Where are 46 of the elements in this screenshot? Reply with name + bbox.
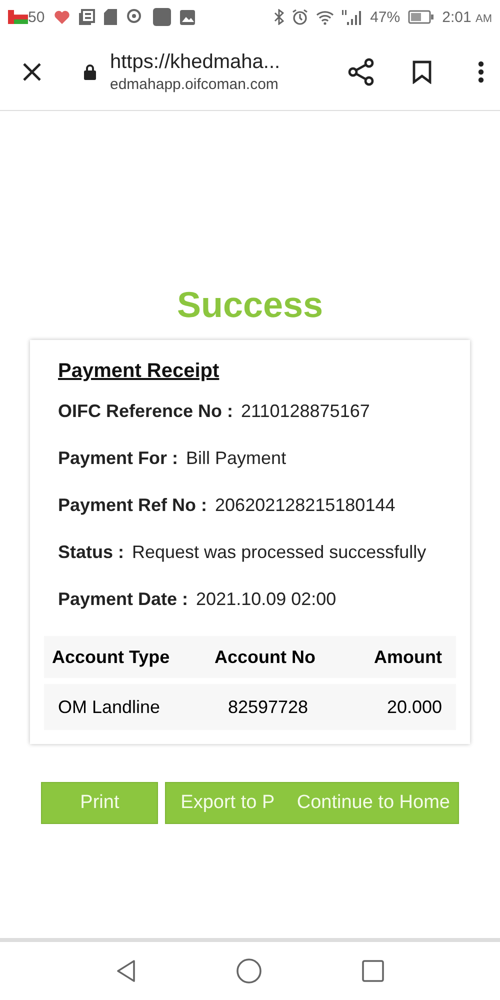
export-button[interactable]: Export to P <box>165 782 289 824</box>
field-value: Request was processed successfully <box>132 542 426 563</box>
wifi-icon <box>316 10 334 24</box>
flag-icon <box>8 10 28 24</box>
home-icon[interactable] <box>236 958 262 984</box>
page-url[interactable]: https://khedmaha... <box>110 51 344 74</box>
field-label: Status : <box>58 542 124 563</box>
table-cell-text: OM Landline <box>58 696 162 718</box>
sd-card-icon <box>104 9 117 25</box>
signal-icon <box>342 10 362 24</box>
field-label: OIFC Reference No : <box>58 401 234 422</box>
column-header: Amount <box>373 646 443 668</box>
receipt-title: Payment Receipt <box>58 360 220 383</box>
success-heading: Success <box>176 284 324 326</box>
recents-icon[interactable] <box>362 960 384 982</box>
field-value: 2021.10.09 02:00 <box>196 589 336 610</box>
square-icon <box>152 8 171 26</box>
notification-count: 50 <box>28 8 45 26</box>
table-cell-text: 82597728 <box>226 696 310 718</box>
radar-icon <box>126 9 144 25</box>
table-cell-text: 20.000 <box>386 696 443 718</box>
field-value: 206202128215180144 <box>215 495 396 516</box>
continue-button[interactable]: Continue to Home <box>288 782 459 824</box>
column-header: Account No <box>214 646 316 668</box>
field-value: 2110128875167 <box>241 401 370 422</box>
column-header: Account Type <box>52 646 171 668</box>
close-icon <box>22 62 42 82</box>
field-label: Payment Ref No : <box>58 495 208 516</box>
alarm-icon <box>292 9 308 25</box>
page-domain: edmahapp.oifcoman.com <box>110 76 280 93</box>
clock: 2:01 AM <box>442 8 492 26</box>
battery-icon <box>408 10 434 24</box>
field-label: Payment For : <box>58 448 178 469</box>
image-icon <box>180 10 195 24</box>
print-button[interactable]: Print <box>41 782 158 824</box>
back-icon[interactable] <box>116 959 136 983</box>
news-icon <box>78 9 95 25</box>
field-label: Payment Date : <box>58 589 188 610</box>
bookmark-icon <box>412 60 432 84</box>
menu-icon <box>478 61 484 83</box>
lock-icon <box>84 64 96 80</box>
field-value: Bill Payment <box>186 448 286 469</box>
battery-percent: 47% <box>370 8 400 26</box>
bluetooth-icon <box>274 9 284 25</box>
heart-icon <box>54 10 70 24</box>
share-icon <box>348 58 374 86</box>
